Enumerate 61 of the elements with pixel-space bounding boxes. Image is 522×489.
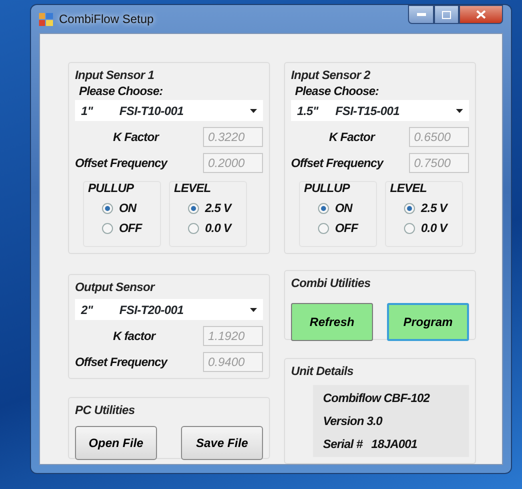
group-title: PULLUP <box>304 181 351 195</box>
radio-label: OFF <box>119 221 142 235</box>
radio-label: ON <box>335 201 352 215</box>
sensor-dropdown[interactable]: 2" FSI-T20-001 <box>75 299 263 320</box>
readonly-field: 1.1920 <box>203 326 263 346</box>
app-icon <box>39 12 53 26</box>
radio-button[interactable] <box>318 222 329 234</box>
group-title: LEVEL <box>174 181 212 195</box>
detail-text: Version 3.0 <box>323 414 384 428</box>
readonly-field: 0.6500 <box>409 127 469 147</box>
dropdown-arrow-icon <box>250 108 257 112</box>
prompt-label: Please Choose: <box>295 84 380 98</box>
group-title: PC Utilities <box>75 403 135 417</box>
dropdown-arrow-icon <box>456 108 463 112</box>
file-button[interactable]: Open File <box>75 426 157 460</box>
maximize-button[interactable] <box>434 5 459 24</box>
group-title: PULLUP <box>88 181 135 195</box>
maximize-icon <box>442 10 451 18</box>
radio-button[interactable] <box>318 202 329 214</box>
field-label: K Factor <box>113 130 158 144</box>
action-button[interactable]: Refresh <box>291 303 373 341</box>
minimize-icon <box>416 13 426 16</box>
readonly-field: 0.7500 <box>409 153 469 173</box>
dropdown-arrow-icon <box>250 308 257 312</box>
radio-button[interactable] <box>188 222 199 234</box>
field-label: Offset Frequency <box>75 156 168 170</box>
radio-label: OFF <box>335 221 358 235</box>
readonly-field: 0.3220 <box>203 127 263 147</box>
field-label: Offset Frequency <box>75 355 168 369</box>
radio-button[interactable] <box>102 222 113 234</box>
radio-button[interactable] <box>102 202 113 214</box>
minimize-button[interactable] <box>408 5 434 24</box>
radio-label: 2.5 V <box>205 201 232 215</box>
file-button[interactable]: Save File <box>181 426 263 460</box>
readonly-field: 0.2000 <box>203 153 263 173</box>
radio-button[interactable] <box>404 222 415 234</box>
group-title: Combi Utilities <box>291 276 371 290</box>
readonly-field: 0.9400 <box>203 352 263 372</box>
group-title: Input Sensor 1 <box>75 68 154 82</box>
detail-text: Combiflow CBF-102 <box>323 391 431 405</box>
close-button[interactable] <box>459 5 503 24</box>
action-button[interactable]: Program <box>387 303 469 341</box>
window-title: CombiFlow Setup <box>59 11 154 28</box>
close-icon <box>476 10 486 19</box>
detail-text: Serial # 18JA001 <box>323 437 418 451</box>
field-label: K factor <box>113 329 156 343</box>
sensor-dropdown[interactable]: 1.5" FSI-T15-001 <box>291 100 469 121</box>
radio-label: 0.0 V <box>421 221 448 235</box>
radio-label: ON <box>119 201 136 215</box>
radio-label: 0.0 V <box>205 221 232 235</box>
prompt-label: Please Choose: <box>79 84 164 98</box>
radio-button[interactable] <box>188 202 199 214</box>
sensor-dropdown[interactable]: 1" FSI-T10-001 <box>75 100 263 121</box>
group-title: Unit Details <box>291 364 354 378</box>
field-label: Offset Frequency <box>291 156 384 170</box>
group-title: LEVEL <box>390 181 428 195</box>
group-title: Input Sensor 2 <box>291 68 370 82</box>
radio-button[interactable] <box>404 202 415 214</box>
group-title: Output Sensor <box>75 280 154 294</box>
field-label: K Factor <box>329 130 374 144</box>
radio-label: 2.5 V <box>421 201 448 215</box>
